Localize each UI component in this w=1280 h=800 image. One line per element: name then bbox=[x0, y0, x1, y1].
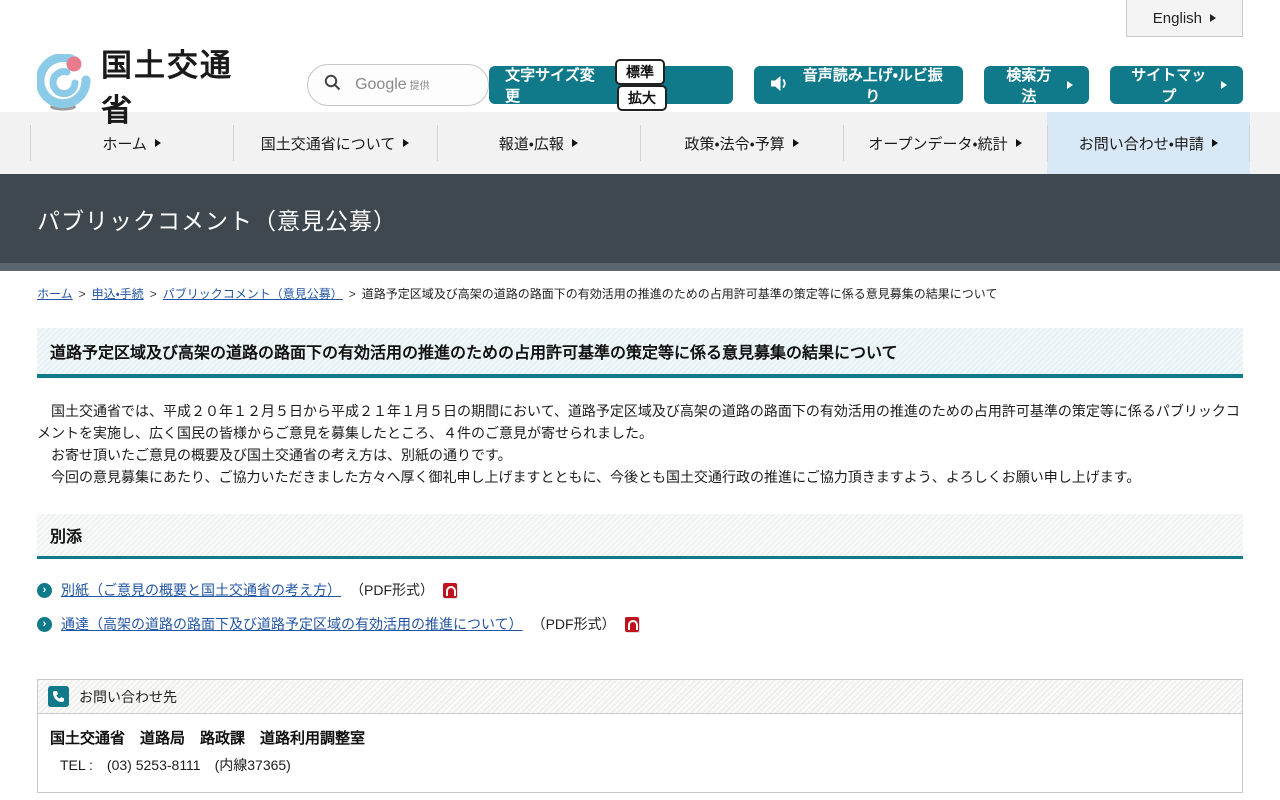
phone-icon bbox=[48, 686, 69, 707]
chevron-right-icon bbox=[1211, 139, 1218, 147]
nav-item-label: お問い合わせ・申請 bbox=[1078, 135, 1204, 153]
english-button-label: English bbox=[1152, 9, 1202, 27]
chevron-right-icon bbox=[154, 139, 161, 147]
contact-box: お問い合わせ先 国土交通省 道路局 路政課 道路利用調整室 TEL : (03)… bbox=[37, 679, 1243, 793]
sitemap-button[interactable]: サイトマップ bbox=[1109, 66, 1243, 105]
paragraph: 今回の意見募集にあたり、ご協力いただきました方々へ厚く御礼申し上げますとともに、… bbox=[37, 469, 1141, 485]
pdf-file-icon[interactable] bbox=[624, 616, 639, 632]
attachment-format-label: （PDF形式） bbox=[531, 616, 616, 632]
paragraph: 国土交通省では、平成２０年１２月５日から平成２１年１月５日の期間において、道路予… bbox=[37, 403, 1240, 441]
search-icon bbox=[324, 74, 341, 96]
attachment-list: › 別紙（ご意見の概要と国土交通省の考え方） （PDF形式） › 通達（高架の道… bbox=[37, 579, 1243, 635]
nav-item-home[interactable]: ホーム bbox=[30, 112, 233, 174]
mlit-logo-icon bbox=[35, 52, 91, 117]
page-band: パブリックコメント（意見公募） bbox=[0, 174, 1280, 263]
nav-item-press[interactable]: 報道・広報 bbox=[436, 112, 640, 174]
contact-tel: TEL : (03) 5253-8111 (内線37365) bbox=[60, 757, 291, 773]
nav-item-label: ホーム bbox=[102, 135, 147, 153]
attachments-heading: 別添 bbox=[37, 514, 1243, 559]
attachment-row: › 通達（高架の道路の路面下及び道路予定区域の有効活用の推進について） （PDF… bbox=[37, 613, 1243, 635]
contact-body: 国土交通省 道路局 路政課 道路利用調整室 TEL : (03) 5253-81… bbox=[38, 714, 1242, 792]
arrow-bullet-icon: › bbox=[37, 616, 52, 632]
attachment-link-besshi[interactable]: 別紙（ご意見の概要と国土交通省の考え方） bbox=[61, 580, 341, 600]
nav-item-policy[interactable]: 政策・法令・予算 bbox=[639, 112, 843, 174]
text-to-speech-label: 音声読み上げ・ルビ振り bbox=[802, 67, 943, 105]
breadcrumb-separator: > bbox=[348, 286, 356, 301]
sitemap-label: サイトマップ bbox=[1131, 67, 1207, 105]
page-band-title: パブリックコメント（意見公募） bbox=[37, 207, 397, 234]
nav-item-label: 報道・広報 bbox=[498, 135, 564, 153]
nav-item-label: オープンデータ・統計 bbox=[868, 135, 1008, 153]
attachment-link-tsutatsu[interactable]: 通達（高架の道路の路面下及び道路予定区域の有効活用の推進について） bbox=[61, 614, 523, 634]
font-size-large-button[interactable]: 拡大 bbox=[616, 85, 667, 111]
arrow-bullet-icon: › bbox=[37, 582, 52, 598]
font-size-standard-button[interactable]: 標準 bbox=[614, 59, 665, 85]
font-size-label: 文字サイズ変更 bbox=[505, 67, 595, 105]
search-method-label: 検索方法 bbox=[1006, 67, 1052, 105]
site-header: English 国土交通省 Google 提供 文字サイズ変更 標準 拡大 音声… bbox=[0, 0, 1280, 128]
breadcrumb-link-public-comment[interactable]: パブリックコメント（意見公募） bbox=[163, 285, 343, 302]
nav-item-opendata[interactable]: オープンデータ・統計 bbox=[843, 112, 1046, 174]
breadcrumb: ホーム > 申込・手続 > パブリックコメント（意見公募） > 道路予定区域及び… bbox=[37, 285, 1243, 302]
chevron-right-icon bbox=[571, 139, 578, 147]
nav-item-label: 政策・法令・予算 bbox=[684, 135, 785, 153]
text-to-speech-button[interactable]: 音声読み上げ・ルビ振り bbox=[754, 66, 964, 105]
attachment-row: › 別紙（ご意見の概要と国土交通省の考え方） （PDF形式） bbox=[37, 579, 1243, 601]
chevron-right-icon bbox=[1015, 139, 1022, 147]
nav-item-label: 国土交通省について bbox=[260, 135, 396, 153]
breadcrumb-separator: > bbox=[78, 286, 86, 301]
main-content: ホーム > 申込・手続 > パブリックコメント（意見公募） > 道路予定区域及び… bbox=[0, 271, 1280, 800]
breadcrumb-current: 道路予定区域及び高架の道路の路面下の有効活用の推進のための占用許可基準の策定等に… bbox=[361, 287, 998, 301]
chevron-right-icon bbox=[792, 139, 799, 147]
attachment-format-label: （PDF形式） bbox=[350, 582, 434, 598]
chevron-right-icon bbox=[1221, 81, 1227, 89]
breadcrumb-separator: > bbox=[149, 286, 157, 301]
nav-item-about[interactable]: 国土交通省について bbox=[233, 112, 436, 174]
breadcrumb-link-home[interactable]: ホーム bbox=[37, 285, 73, 302]
contact-header: お問い合わせ先 bbox=[38, 680, 1242, 714]
search-provider-suffix: 提供 bbox=[409, 81, 430, 92]
breadcrumb-link-procedures[interactable]: 申込・手続 bbox=[92, 285, 144, 302]
nav-item-contact[interactable]: お問い合わせ・申請 bbox=[1046, 112, 1251, 174]
contact-heading: お問い合わせ先 bbox=[79, 688, 177, 705]
body-text: 国土交通省では、平成２０年１２月５日から平成２１年１月５日の期間において、道路予… bbox=[37, 400, 1243, 488]
chevron-right-icon bbox=[403, 139, 410, 147]
font-size-control: 文字サイズ変更 標準 拡大 bbox=[489, 59, 734, 111]
page-band-strip bbox=[0, 263, 1280, 271]
chevron-right-icon bbox=[1210, 14, 1216, 22]
paragraph: お寄せ頂いたご意見の概要及び国土交通省の考え方は、別紙の通りです。 bbox=[37, 447, 512, 463]
search-placeholder: Google bbox=[355, 76, 407, 93]
english-button[interactable]: English bbox=[1125, 0, 1243, 37]
speaker-icon bbox=[770, 75, 789, 96]
pdf-file-icon[interactable] bbox=[443, 582, 457, 598]
main-nav: ホーム 国土交通省について 報道・広報 政策・法令・予算 オープンデータ・統計 … bbox=[0, 112, 1280, 174]
page-title: 道路予定区域及び高架の道路の路面下の有効活用の推進のための占用許可基準の策定等に… bbox=[37, 328, 1243, 378]
contact-department: 国土交通省 道路局 路政課 道路利用調整室 bbox=[50, 730, 366, 747]
chevron-right-icon bbox=[1066, 81, 1073, 89]
search-input[interactable]: Google 提供 bbox=[307, 64, 490, 106]
search-method-button[interactable]: 検索方法 bbox=[984, 66, 1089, 105]
